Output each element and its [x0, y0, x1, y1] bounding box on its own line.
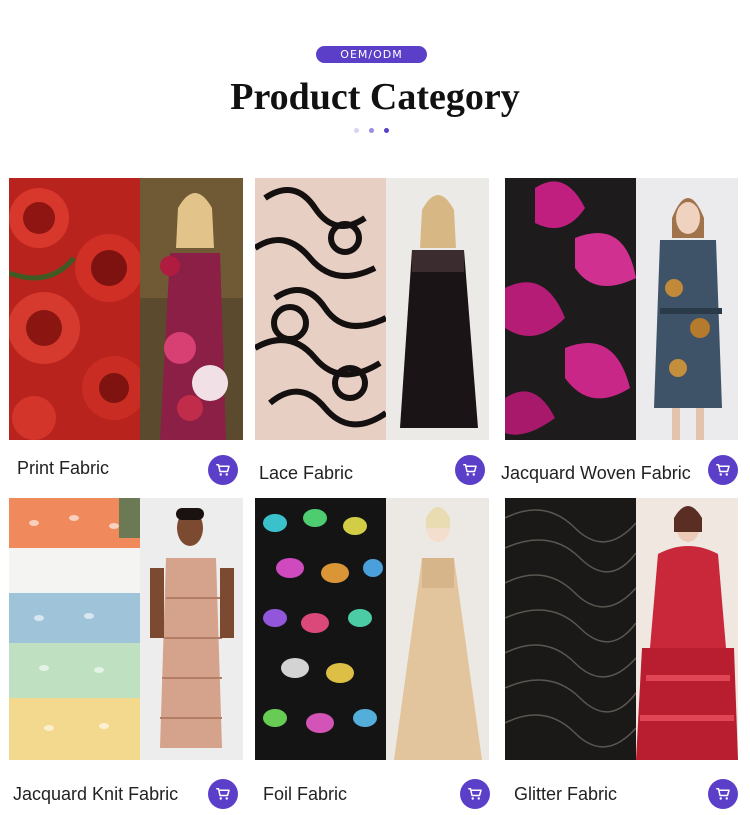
product-card-glitter-fabric[interactable]: Glitter Fabric [505, 498, 738, 810]
oem-odm-badge: OEM/ODM [316, 46, 427, 63]
page-title: Product Category [230, 76, 520, 118]
jacquard-knit-dress-model-image [140, 498, 243, 760]
jacquard-woven-cart-button[interactable] [708, 455, 738, 485]
glitter-fabric-swatch-image [505, 498, 636, 760]
jacquard-woven-swatch-image [505, 178, 636, 440]
product-label-jacquard-knit-fabric[interactable]: Jacquard Knit Fabric [13, 784, 178, 805]
cart-icon [716, 464, 730, 476]
lace-dress-model-image [386, 178, 489, 440]
dot-1 [354, 128, 359, 133]
jacquard-knit-cart-button[interactable] [208, 779, 238, 809]
glitter-fabric-cart-button[interactable] [708, 779, 738, 809]
product-label-jacquard-woven-fabric[interactable]: Jacquard Woven Fabric [501, 463, 691, 484]
cart-icon [468, 788, 482, 800]
product-card-foil-fabric[interactable]: Foil Fabric [255, 498, 490, 810]
cart-icon [216, 788, 230, 800]
product-card-jacquard-woven-fabric[interactable]: Jacquard Woven Fabric [501, 178, 738, 490]
cart-icon [463, 464, 477, 476]
product-card-print-fabric[interactable]: Print Fabric [9, 178, 243, 490]
product-card-lace-fabric[interactable]: Lace Fabric [255, 178, 489, 490]
print-fabric-cart-button[interactable] [208, 455, 238, 485]
glitter-dress-model-image [636, 498, 738, 760]
cart-icon [216, 464, 230, 476]
lace-fabric-cart-button[interactable] [455, 455, 485, 485]
foil-fabric-swatch-image [255, 498, 386, 760]
jacquard-woven-dress-model-image [636, 178, 738, 440]
jacquard-knit-swatch-image [9, 498, 140, 760]
product-label-print-fabric[interactable]: Print Fabric [17, 458, 109, 479]
foil-fabric-cart-button[interactable] [460, 779, 490, 809]
print-fabric-swatch-image [9, 178, 140, 440]
print-dress-model-image [140, 178, 243, 440]
lace-fabric-swatch-image [255, 178, 386, 440]
foil-dress-model-image [386, 498, 489, 760]
dot-3 [384, 128, 389, 133]
product-card-jacquard-knit-fabric[interactable]: Jacquard Knit Fabric [9, 498, 243, 810]
product-label-glitter-fabric[interactable]: Glitter Fabric [514, 784, 617, 805]
product-label-foil-fabric[interactable]: Foil Fabric [263, 784, 347, 805]
cart-icon [716, 788, 730, 800]
title-dots [354, 128, 389, 133]
product-label-lace-fabric[interactable]: Lace Fabric [259, 463, 353, 484]
dot-2 [369, 128, 374, 133]
